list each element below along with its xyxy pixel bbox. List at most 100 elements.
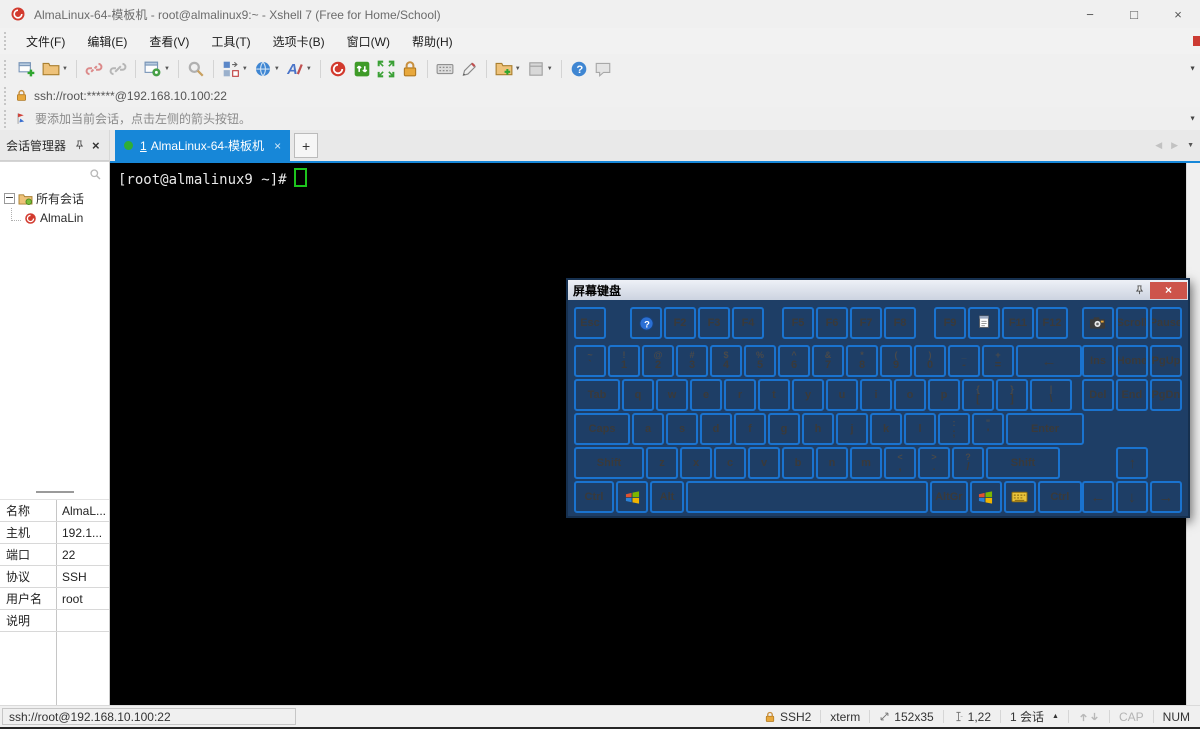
osk-key-g[interactable]: g: [768, 413, 800, 445]
osk-key-'[interactable]: " ': [972, 413, 1004, 445]
dropdown-arrow-icon[interactable]: ▼: [164, 66, 170, 72]
osk-key-AltGr[interactable]: AltGr: [929, 481, 968, 513]
tree-root-label[interactable]: 所有会话: [36, 190, 84, 207]
osk-key-m[interactable]: m: [850, 447, 882, 479]
osk-key-t[interactable]: t: [758, 379, 790, 411]
menu-item-4[interactable]: 选项卡(B): [262, 33, 336, 50]
osk-key-6[interactable]: ^ 6: [778, 345, 810, 377]
osk-key-win[interactable]: [969, 481, 1002, 513]
new-folder-button[interactable]: ▼: [492, 57, 524, 81]
osk-key-\[interactable]: | \: [1030, 379, 1072, 411]
xftp-button[interactable]: [350, 57, 374, 81]
osk-key-c[interactable]: c: [714, 447, 746, 479]
tree-node-almalinux[interactable]: AlmaLin: [11, 207, 109, 228]
osk-key-F9[interactable]: F9: [934, 307, 966, 339]
osk-key-z[interactable]: z: [646, 447, 678, 479]
osk-key-p[interactable]: p: [928, 379, 960, 411]
osk-key-Tab[interactable]: Tab: [574, 379, 620, 411]
osk-key-h[interactable]: h: [802, 413, 834, 445]
property-row[interactable]: 名称 AlmaL...: [0, 500, 109, 522]
tab-almalinux[interactable]: 1 AlmaLinux-64-模板机 ×: [115, 130, 291, 161]
osk-key-backspace[interactable]: ←: [1016, 345, 1082, 377]
infobar-overflow-icon[interactable]: ▼: [1189, 115, 1196, 122]
osk-close-button[interactable]: ×: [1150, 281, 1187, 299]
osk-key-Ins[interactable]: Ins: [1082, 345, 1114, 377]
tab-layout-button[interactable]: ▼: [219, 57, 251, 81]
session-list-caret-icon[interactable]: ▲: [1052, 713, 1059, 720]
osk-key-8[interactable]: * 8: [846, 345, 878, 377]
osk-key-Scroll[interactable]: Scroll: [1115, 307, 1148, 339]
osk-key-4[interactable]: $4: [710, 345, 742, 377]
osk-key-PgDn[interactable]: PgDn: [1149, 379, 1182, 411]
dropdown-arrow-icon[interactable]: ▼: [306, 66, 312, 72]
property-row[interactable]: 说明: [0, 610, 109, 632]
osk-key-f[interactable]: f: [734, 413, 766, 445]
osk-key-Home[interactable]: Home: [1116, 345, 1148, 377]
pin-icon[interactable]: [1128, 282, 1150, 299]
osk-key-d[interactable]: d: [700, 413, 732, 445]
osk-key-F4[interactable]: F4: [732, 307, 764, 339]
new-session-button[interactable]: [15, 57, 39, 81]
osk-key-End[interactable]: End: [1115, 379, 1148, 411]
osk-key-][interactable]: }]: [996, 379, 1028, 411]
osk-key-.[interactable]: >.: [918, 447, 950, 479]
session-properties-button[interactable]: ▼: [141, 57, 173, 81]
osk-key-w[interactable]: w: [656, 379, 688, 411]
osk-key-[[interactable]: {[: [962, 379, 994, 411]
osk-key-Esc[interactable]: Esc: [574, 307, 606, 339]
osk-key-5[interactable]: % 5: [744, 345, 776, 377]
osk-key-x[interactable]: x: [680, 447, 712, 479]
osk-key-r[interactable]: r: [724, 379, 756, 411]
osk-key-3[interactable]: #3: [676, 345, 708, 377]
property-row[interactable]: 用户名 root: [0, 588, 109, 610]
toolbar-overflow-icon[interactable]: ▼: [1189, 66, 1196, 73]
osk-key-Shift[interactable]: Shift: [986, 447, 1060, 479]
status-item-1-[interactable]: 1 会话 ▲: [1010, 708, 1059, 725]
osk-key-e[interactable]: e: [690, 379, 722, 411]
osk-key-j[interactable]: j: [836, 413, 868, 445]
find-button[interactable]: [184, 57, 208, 81]
close-button[interactable]: ×: [1156, 0, 1200, 28]
help-button[interactable]: ?: [567, 57, 591, 81]
menu-item-6[interactable]: 帮助(H): [401, 33, 464, 50]
osk-key-F7[interactable]: F7: [850, 307, 882, 339]
osk-key-v[interactable]: v: [748, 447, 780, 479]
osk-key--[interactable]: _ -: [948, 345, 980, 377]
lock-screen-button[interactable]: [398, 57, 422, 81]
address-input[interactable]: ssh://root:******@192.168.10.100:22: [34, 89, 227, 103]
dropdown-arrow-icon[interactable]: ▼: [274, 66, 280, 72]
pin-icon[interactable]: [74, 139, 85, 151]
property-row[interactable]: 协议 SSH: [0, 566, 109, 588]
osk-key-=[interactable]: + =: [982, 345, 1014, 377]
encoding-globe-button[interactable]: ▼: [251, 57, 283, 81]
osk-key-win[interactable]: [616, 481, 648, 513]
close-panel-icon[interactable]: ×: [92, 138, 100, 153]
osk-key-b[interactable]: b: [782, 447, 814, 479]
tree-node-all-sessions[interactable]: 所有会话: [4, 188, 109, 208]
feedback-button[interactable]: [591, 57, 615, 81]
osk-key-F3[interactable]: F3: [698, 307, 730, 339]
dropdown-arrow-icon[interactable]: ▼: [242, 66, 248, 72]
osk-key-Alt[interactable]: Alt: [650, 481, 684, 513]
reconnect-button[interactable]: [106, 57, 130, 81]
osk-key-F8[interactable]: F8: [884, 307, 916, 339]
osk-key-Ctrl[interactable]: Ctrl: [574, 481, 614, 513]
osk-key-F2[interactable]: F2: [664, 307, 696, 339]
osk-key-printscreen[interactable]: [1081, 307, 1114, 339]
virtual-keyboard-button[interactable]: [433, 57, 457, 81]
search-icon[interactable]: [89, 168, 102, 181]
osk-key-1[interactable]: ! 1: [608, 345, 640, 377]
osk-key-Caps[interactable]: Caps: [574, 413, 630, 445]
osk-key-y[interactable]: y: [792, 379, 824, 411]
menu-item-3[interactable]: 工具(T): [200, 33, 261, 50]
quick-command-button[interactable]: ▼: [524, 57, 556, 81]
osk-key-`[interactable]: ~ `: [574, 345, 606, 377]
dropdown-arrow-icon[interactable]: ▼: [62, 66, 68, 72]
fullscreen-button[interactable]: [374, 57, 398, 81]
osk-key-Shift[interactable]: Shift: [574, 447, 644, 479]
osk-key-F5[interactable]: F5: [782, 307, 814, 339]
property-row[interactable]: 主机 192.1...: [0, 522, 109, 544]
disconnect-button[interactable]: [82, 57, 106, 81]
tab-scroll-right-icon[interactable]: ▶: [1171, 140, 1178, 151]
osk-key-F12[interactable]: F12: [1036, 307, 1068, 339]
